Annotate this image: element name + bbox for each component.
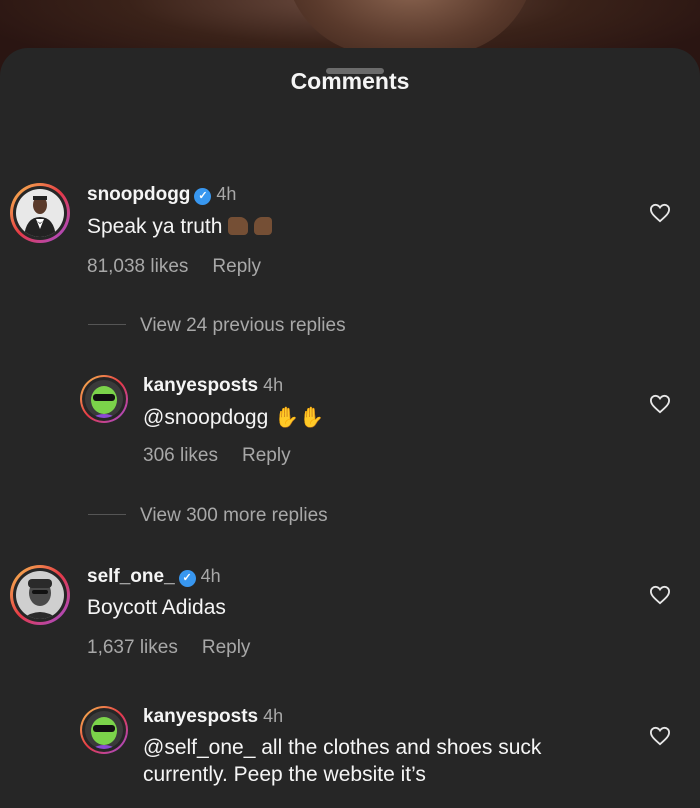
likes-count[interactable]: 306 likes (143, 445, 218, 466)
avatar[interactable] (10, 565, 70, 625)
heart-icon[interactable] (649, 726, 671, 746)
comment-text: Boycott Adidas (87, 596, 226, 619)
username[interactable]: self_one_ ✓ 4h (87, 566, 221, 588)
likes-count[interactable]: 1,637 likes (87, 637, 178, 658)
thread-line (88, 514, 126, 515)
reply-button[interactable]: Reply (202, 637, 251, 658)
heart-icon[interactable] (649, 394, 671, 414)
thumbs-up-emoji-icon (228, 217, 249, 235)
reply-button[interactable]: Reply (242, 445, 291, 466)
username[interactable]: snoopdogg ✓ 4h (87, 184, 236, 206)
thread-line (88, 324, 126, 325)
avatar[interactable] (80, 375, 128, 423)
username[interactable]: kanyesposts 4h (143, 706, 283, 728)
comment-text: Speak ya truth (87, 213, 273, 241)
comment-text-line: currently. Peep the website it’s (143, 763, 426, 786)
comments-sheet (0, 48, 700, 808)
likes-count[interactable]: 81,038 likes (87, 256, 188, 277)
view-previous-replies[interactable]: View 24 previous replies (88, 315, 346, 337)
page-title: Comments (290, 68, 410, 94)
comment-text-line: @self_one_ all the clothes and shoes suc… (143, 736, 542, 759)
heart-icon[interactable] (649, 585, 671, 605)
avatar[interactable] (10, 183, 70, 243)
heart-icon[interactable] (649, 203, 671, 223)
comment-meta: 306 likes Reply (143, 445, 291, 467)
comment-meta: 81,038 likes Reply (87, 256, 261, 278)
verified-badge-icon: ✓ (178, 570, 196, 587)
avatar[interactable] (80, 706, 128, 754)
verified-badge-icon: ✓ (194, 188, 212, 205)
clapping-hands-emoji-icon: ✋✋ (274, 407, 325, 429)
comment-text: @snoopdogg ✋✋ (143, 404, 324, 432)
flexed-bicep-emoji-icon (254, 217, 273, 235)
view-more-replies[interactable]: View 300 more replies (88, 505, 328, 527)
comment-meta: 1,637 likes Reply (87, 637, 250, 659)
username[interactable]: kanyesposts 4h (143, 375, 283, 397)
reply-button[interactable]: Reply (212, 256, 261, 277)
